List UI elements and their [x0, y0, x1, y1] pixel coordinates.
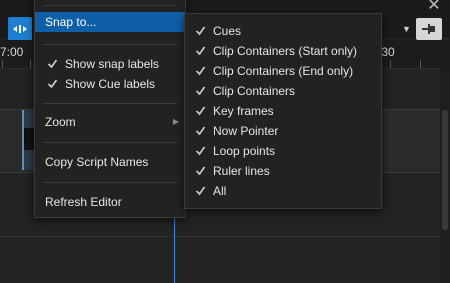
menu-separator	[43, 142, 177, 143]
checkmark-icon	[195, 106, 206, 116]
snap-option-clip-start[interactable]: Clip Containers (Start only)	[185, 41, 381, 61]
checkmark-icon	[195, 166, 206, 176]
checkmark-icon	[195, 146, 206, 156]
menu-item-zoom[interactable]: Zoom ▶	[35, 112, 185, 132]
snap-option-loop-points[interactable]: Loop points	[185, 141, 381, 161]
menu-item-show-snap-labels[interactable]: Show snap labels	[35, 54, 185, 74]
snap-option-label: Ruler lines	[213, 164, 270, 178]
snap-option-cues[interactable]: Cues	[185, 21, 381, 41]
menu-item-label: Zoom	[45, 115, 76, 129]
snap-option-key-frames[interactable]: Key frames	[185, 101, 381, 121]
menu-item-copy-script-names[interactable]: Copy Script Names	[35, 152, 185, 172]
menu-separator	[43, 182, 177, 183]
menu-item-refresh-editor[interactable]: Refresh Editor	[35, 192, 185, 212]
menu-separator	[43, 5, 177, 6]
checkmark-icon	[47, 79, 58, 89]
checkmark-icon	[47, 59, 58, 69]
caret-down-icon[interactable]: ▼	[402, 24, 411, 34]
menu-separator	[43, 103, 177, 104]
snap-option-label: Loop points	[213, 144, 276, 158]
snap-option-label: Now Pointer	[213, 124, 279, 138]
context-menu: Snap to... Show snap labels Show Cue lab…	[34, 0, 186, 218]
snap-option-all[interactable]: All	[185, 181, 381, 201]
checkmark-icon	[195, 86, 206, 96]
menu-item-show-cue-labels[interactable]: Show Cue labels	[35, 74, 185, 94]
checkmark-icon	[195, 26, 206, 36]
snap-option-clip-end[interactable]: Clip Containers (End only)	[185, 61, 381, 81]
pin-button[interactable]	[416, 18, 442, 40]
snap-option-label: All	[213, 184, 227, 198]
pin-icon	[422, 24, 435, 34]
checkmark-icon	[195, 186, 206, 196]
menu-item-label: Snap to...	[45, 15, 97, 29]
snap-option-clip-containers[interactable]: Clip Containers	[185, 81, 381, 101]
scrollbar-thumb[interactable]	[442, 110, 448, 230]
snap-submenu: Cues Clip Containers (Start only) Clip C…	[184, 13, 382, 209]
snap-option-now-pointer[interactable]: Now Pointer	[185, 121, 381, 141]
snap-option-label: Clip Containers	[213, 84, 296, 98]
checkmark-icon	[195, 66, 206, 76]
menu-item-snap-to[interactable]: Snap to...	[35, 12, 185, 32]
snap-option-ruler-lines[interactable]: Ruler lines	[185, 161, 381, 181]
menu-item-label: Refresh Editor	[45, 195, 122, 209]
close-icon[interactable]: ✕	[424, 0, 444, 16]
snap-option-label: Clip Containers (End only)	[213, 64, 354, 78]
snap-magnet-icon	[13, 25, 27, 33]
checkmark-icon	[195, 126, 206, 136]
snap-option-label: Key frames	[213, 104, 274, 118]
ruler-time-label: 7:00	[0, 45, 24, 59]
menu-item-label: Show Cue labels	[65, 77, 156, 91]
track-divider	[0, 236, 440, 237]
snap-option-label: Cues	[213, 24, 242, 38]
menu-item-label: Copy Script Names	[45, 155, 149, 169]
snap-toggle-button[interactable]	[8, 17, 32, 41]
chevron-right-icon: ▶	[172, 117, 179, 126]
snap-option-label: Clip Containers (Start only)	[213, 44, 358, 58]
menu-separator	[43, 44, 177, 45]
checkmark-icon	[195, 46, 206, 56]
menu-item-label: Show snap labels	[65, 57, 160, 71]
